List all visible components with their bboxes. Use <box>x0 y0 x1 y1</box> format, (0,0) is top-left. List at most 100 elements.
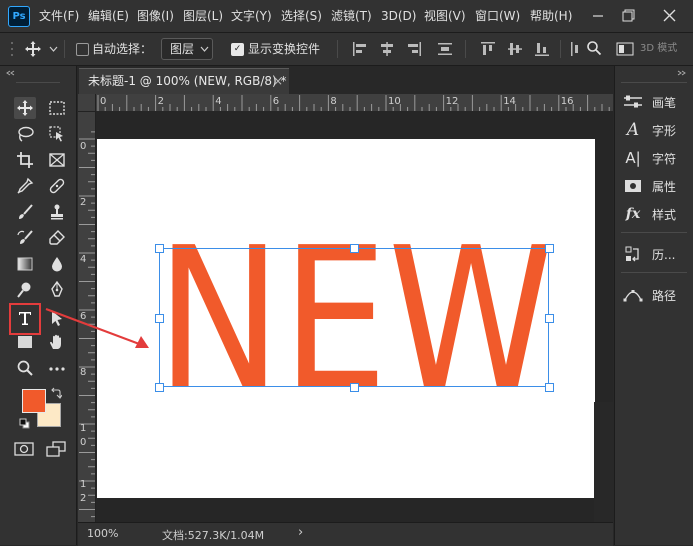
screen-mode-icon[interactable] <box>46 440 66 458</box>
auto-select-target-dropdown[interactable]: 图层 <box>161 38 213 60</box>
tool-lasso[interactable] <box>14 123 36 145</box>
close-window-icon[interactable] <box>663 9 676 22</box>
transform-handle-right[interactable] <box>545 314 554 323</box>
align-vcenter-icon[interactable] <box>507 41 523 57</box>
foreground-color-swatch[interactable] <box>22 389 46 413</box>
minimize-icon[interactable] <box>592 10 604 22</box>
tool-eraser[interactable] <box>46 227 68 249</box>
move-tool-preset-icon[interactable] <box>24 40 42 58</box>
menu-image[interactable]: 图像(I) <box>137 0 174 32</box>
tool-frame[interactable] <box>46 149 68 171</box>
panel-character[interactable]: A| 字符 <box>615 144 693 172</box>
maximize-icon[interactable] <box>622 9 635 22</box>
stamp-icon <box>51 204 63 220</box>
distribute-vertical-icon[interactable] <box>437 41 453 57</box>
mode-3d-label[interactable]: 3D 模式 <box>640 33 677 65</box>
auto-select-checkbox[interactable] <box>76 43 89 56</box>
align-hcenter-icon[interactable] <box>379 41 395 57</box>
tool-brush[interactable] <box>14 201 36 223</box>
lasso-icon <box>18 126 34 142</box>
menu-help[interactable]: 帮助(H) <box>530 0 572 32</box>
marquee-icon <box>49 101 65 115</box>
tool-blur[interactable] <box>46 253 68 275</box>
ruler-label: 1 <box>80 479 86 490</box>
tool-pen[interactable] <box>46 279 68 301</box>
tool-object-select[interactable] <box>46 123 68 145</box>
zoom-level[interactable]: 100% <box>87 527 118 540</box>
quick-mask-icon[interactable] <box>14 441 34 457</box>
tool-zoom[interactable] <box>14 357 36 379</box>
more-icon <box>49 367 65 371</box>
panel-styles[interactable]: fx 样式 <box>615 200 693 228</box>
panel-brush-settings[interactable]: 画笔 <box>615 88 693 116</box>
align-right-icon[interactable] <box>406 41 422 57</box>
menu-filter[interactable]: 滤镜(T) <box>331 0 372 32</box>
transform-handle-top-left[interactable] <box>155 244 164 253</box>
workspace-icon[interactable] <box>616 41 634 57</box>
transform-handle-top[interactable] <box>350 244 359 253</box>
menu-file[interactable]: 文件(F) <box>39 0 79 32</box>
transform-bounding-box[interactable] <box>159 248 549 387</box>
chevron-down-icon[interactable] <box>49 46 58 52</box>
status-menu-arrow[interactable]: › <box>298 525 303 540</box>
crop-icon <box>17 152 33 168</box>
transform-handle-bottom-left[interactable] <box>155 383 164 392</box>
tool-healing[interactable] <box>46 175 68 197</box>
show-transform-checkbox[interactable]: ✓ <box>231 43 244 56</box>
menu-3d[interactable]: 3D(D) <box>381 0 416 32</box>
dodge-icon <box>17 282 31 298</box>
grip-icon <box>11 42 13 56</box>
tool-history-brush[interactable] <box>14 227 36 249</box>
panel-label: 画笔 <box>652 95 677 110</box>
panel-label: 历... <box>652 247 676 262</box>
document-tab[interactable]: 未标题-1 @ 100% (NEW, RGB/8) * × <box>79 68 289 95</box>
menu-bar: Ps 文件(F) 编辑(E) 图像(I) 图层(L) 文字(Y) 选择(S) 滤… <box>0 0 693 33</box>
tool-more[interactable] <box>46 357 68 379</box>
styles-icon: fx <box>625 206 641 222</box>
pen-icon <box>51 281 63 297</box>
search-icon[interactable] <box>586 40 602 56</box>
swap-colors-icon[interactable] <box>50 387 62 399</box>
align-bottom-icon[interactable] <box>534 41 550 57</box>
menu-type[interactable]: 文字(Y) <box>231 0 272 32</box>
ruler-label: 8 <box>80 367 86 378</box>
annotation-arrow <box>45 307 149 348</box>
tool-move[interactable] <box>14 97 36 119</box>
panel-label: 字符 <box>652 151 677 166</box>
expand-panels-icon[interactable] <box>677 70 687 76</box>
tool-rectangle[interactable] <box>14 331 36 353</box>
ruler-label: 8 <box>330 96 336 107</box>
tool-crop[interactable] <box>14 149 36 171</box>
ruler-label: 1 <box>80 423 86 434</box>
menu-edit[interactable]: 编辑(E) <box>88 0 129 32</box>
panel-glyphs[interactable]: A 字形 <box>615 116 693 144</box>
dropdown-value: 图层 <box>170 42 195 56</box>
menu-layer[interactable]: 图层(L) <box>183 0 223 32</box>
transform-handle-top-right[interactable] <box>545 244 554 253</box>
tool-gradient[interactable] <box>14 253 36 275</box>
transform-handle-bottom-right[interactable] <box>545 383 554 392</box>
align-left-icon[interactable] <box>352 41 368 57</box>
menu-select[interactable]: 选择(S) <box>281 0 322 32</box>
default-colors-icon[interactable] <box>19 418 30 429</box>
history-brush-icon <box>17 230 33 244</box>
eraser-icon <box>49 230 65 245</box>
menu-window[interactable]: 窗口(W) <box>475 0 520 32</box>
align-top-icon[interactable] <box>480 41 496 57</box>
panel-history[interactable]: 历... <box>615 240 693 268</box>
tool-stamp[interactable] <box>46 201 68 223</box>
ruler-origin[interactable] <box>78 94 96 112</box>
tool-dodge[interactable] <box>14 279 36 301</box>
photoshop-logo: Ps <box>8 6 30 27</box>
panel-paths[interactable]: 路径 <box>615 281 693 309</box>
tool-eyedropper[interactable] <box>14 175 36 197</box>
status-bar: 100% 文档:527.3K/1.04M › <box>78 522 613 546</box>
distribute-icon[interactable] <box>569 41 579 57</box>
close-tab-icon[interactable]: × <box>273 69 283 93</box>
collapse-toolbar-icon[interactable] <box>6 70 16 76</box>
tool-marquee[interactable] <box>46 97 68 119</box>
panel-properties[interactable]: 属性 <box>615 172 693 200</box>
menu-view[interactable]: 视图(V) <box>424 0 466 32</box>
tool-type[interactable] <box>14 307 36 329</box>
transform-handle-bottom[interactable] <box>350 383 359 392</box>
